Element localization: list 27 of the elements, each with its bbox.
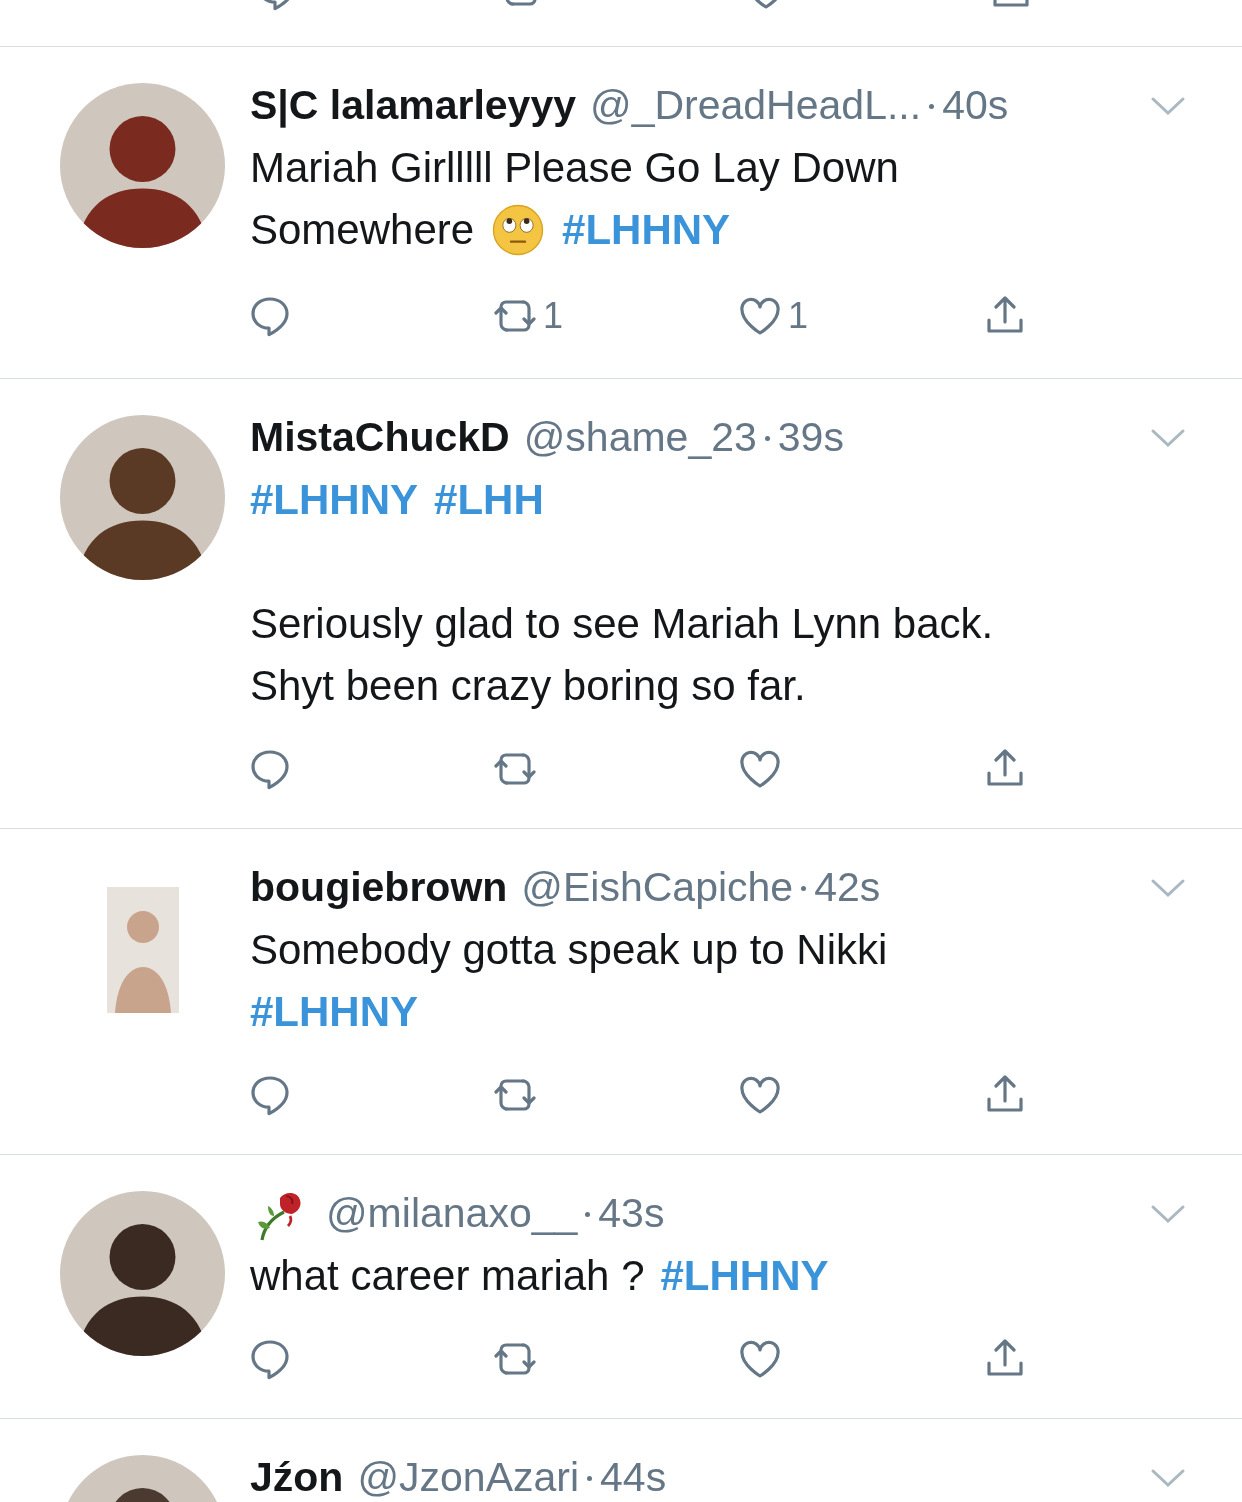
tweet-text: Mariah Girlllll Please Go Lay Down xyxy=(250,143,899,193)
tweet-text: Shyt been crazy boring so far. xyxy=(250,661,806,711)
hashtag-link[interactable]: #LHH xyxy=(434,469,544,531)
user-handle[interactable]: @shame_23 xyxy=(523,407,757,469)
display-name[interactable]: bougiebrown xyxy=(250,857,508,919)
user-handle[interactable]: @JzonAzari xyxy=(357,1447,580,1502)
tweet-text: what career mariah ? xyxy=(250,1251,645,1301)
timestamp: 40s xyxy=(942,81,1009,131)
retweet-count: 1 xyxy=(543,294,564,338)
tweet-text: Somebody gotta speak up to Nikki xyxy=(250,925,888,975)
timestamp: 42s xyxy=(814,863,881,913)
like-count: 1 xyxy=(788,294,809,338)
hashtag-link[interactable]: #LHHNY xyxy=(250,469,419,531)
hashtag-link[interactable]: #LHHNY xyxy=(250,981,419,1043)
hashtag-link[interactable]: #LHHNY xyxy=(660,1245,829,1307)
display-name[interactable]: S|C lalamarleyyy xyxy=(250,75,577,137)
hashtag-link[interactable]: #LHHNY xyxy=(562,199,731,261)
timestamp: 39s xyxy=(777,413,844,463)
display-name[interactable]: Jźon xyxy=(250,1447,344,1502)
tweet-text: Seriously glad to see Mariah Lynn back. xyxy=(250,599,994,649)
user-handle[interactable]: @_DreadHeadL... xyxy=(590,75,922,137)
user-handle[interactable]: @EishCapiche xyxy=(521,857,794,919)
timestamp: 44s xyxy=(600,1453,667,1502)
display-name[interactable]: MistaChuckD xyxy=(250,407,510,469)
timestamp: 43s xyxy=(598,1189,665,1239)
tweet-text: Somewhere xyxy=(250,205,475,255)
user-handle[interactable]: @milanaxo__ xyxy=(326,1183,578,1245)
